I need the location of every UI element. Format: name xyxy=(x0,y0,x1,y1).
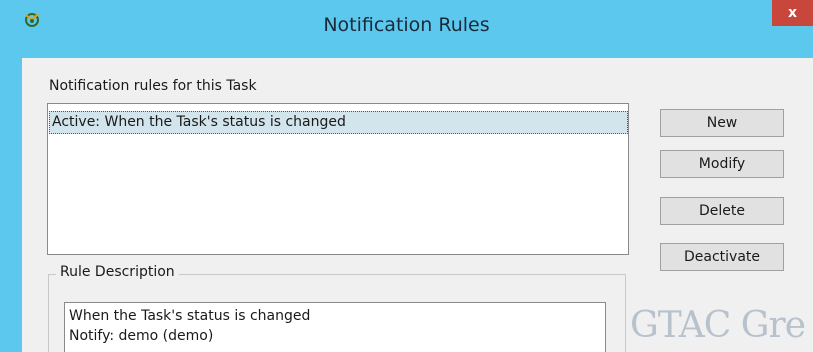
title-bar[interactable]: Notification Rules x xyxy=(0,0,813,58)
rule-description-label: Rule Description xyxy=(56,264,179,280)
modify-button[interactable]: Modify xyxy=(660,150,784,178)
description-line: Notify: demo (demo) xyxy=(69,328,214,344)
window-title: Notification Rules xyxy=(323,14,490,36)
rules-label: Notification rules for this Task xyxy=(49,78,257,94)
description-line: When the Task's status is changed xyxy=(69,308,311,324)
close-button[interactable]: x xyxy=(772,0,813,26)
watermark: GTAC Gre xyxy=(630,305,806,346)
delete-button[interactable]: Delete xyxy=(660,197,784,225)
list-item[interactable]: Active: When the Task's status is change… xyxy=(49,111,628,134)
notification-rules-window: Notification Rules x Notification rules … xyxy=(0,0,813,352)
rule-description-text: When the Task's status is changed Notify… xyxy=(64,302,606,352)
rules-list[interactable]: Active: When the Task's status is change… xyxy=(47,103,629,255)
new-button[interactable]: New xyxy=(660,109,784,137)
deactivate-button[interactable]: Deactivate xyxy=(660,243,784,271)
window-border xyxy=(0,58,22,352)
